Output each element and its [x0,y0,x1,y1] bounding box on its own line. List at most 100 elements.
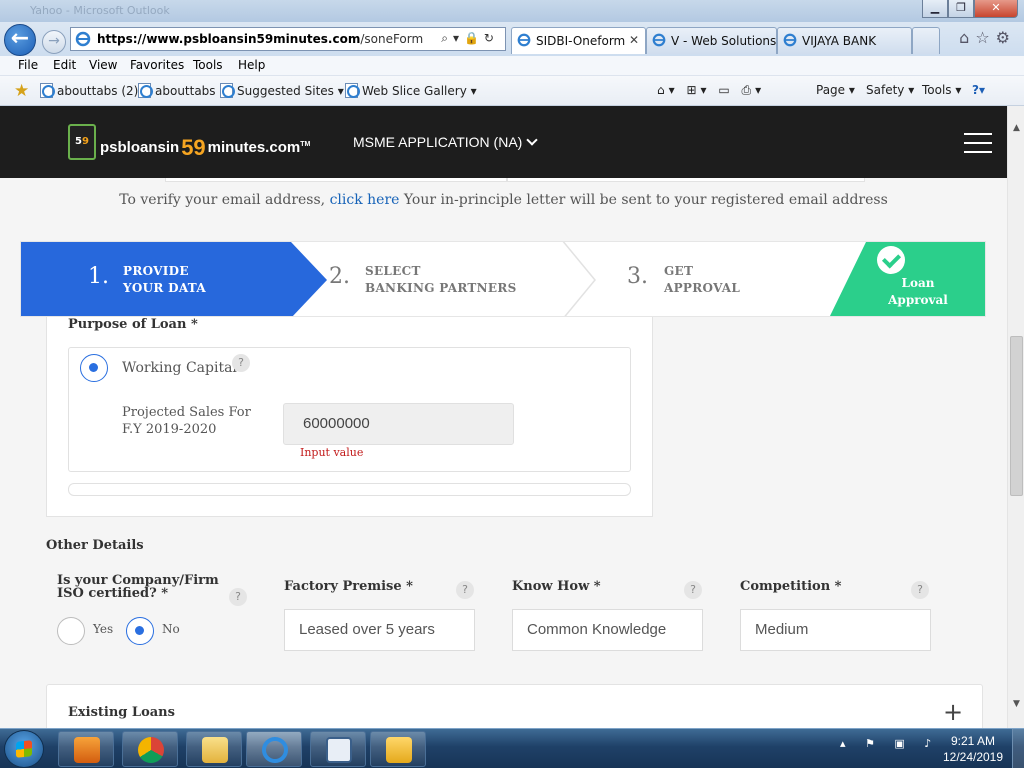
help-question-icon[interactable]: ? [229,588,247,606]
iso-no-radio[interactable] [126,617,154,645]
page-content: To verify your email address, click here… [0,178,1007,728]
ie-tab-icon [517,33,531,47]
progress-stepper: 1. PROVIDE YOUR DATA 2. SELECT BANKING PAR… [20,241,986,317]
know-how-label: Know How * [512,579,601,594]
fav-suggested-sites[interactable]: Suggested Sites ▾ [220,83,344,98]
navigation-row: ← → https://www.psbloansin59minutes.com/… [0,22,1024,56]
existing-loans-panel [46,684,983,728]
hamburger-menu-icon[interactable] [964,133,992,153]
projected-sales-label: Projected Sales For F.Y 2019-2020 [122,405,251,437]
forward-button[interactable]: → [42,30,66,54]
page-icon [138,83,153,98]
site-logo[interactable]: psbloansin59 minutes.comTM [100,132,310,160]
scrollbar-thumb[interactable] [1010,336,1023,496]
taskbar-explorer[interactable] [186,731,242,767]
expand-plus-icon[interactable]: + [943,700,963,724]
vertical-scrollbar[interactable]: ▲ ▼ [1007,106,1024,728]
minimize-button[interactable]: ▁ [922,0,948,18]
folder-icon [202,737,228,763]
tab-v-web-solutions[interactable]: V - Web Solutions [646,27,777,54]
outlook-icon [386,737,412,763]
menu-view[interactable]: View [89,58,117,72]
taskbar-internet-explorer[interactable] [246,731,302,767]
email-verify-notice: To verify your email address, click here… [119,192,888,208]
site-header: 59 psbloansin59 minutes.comTM MSME APPLIC… [0,106,1007,178]
input-validation-hint: Input value [300,446,364,459]
tab-vijaya-bank[interactable]: VIJAYA BANK [777,27,912,54]
cmd-safety[interactable]: Safety ▾ [866,83,914,97]
menu-help[interactable]: Help [238,58,265,72]
address-bar[interactable]: https://www.psbloansin59minutes.com/sone… [70,27,506,51]
menu-bar: File Edit View Favorites Tools Help [0,56,1024,76]
competition-select[interactable]: Medium [740,609,931,651]
working-capital-label: Working Capital [122,360,237,376]
other-details-title: Other Details [46,538,144,553]
show-desktop-button[interactable] [1012,729,1024,768]
collapsed-section-bar [68,483,631,496]
address-tools-icon[interactable]: ⌕▾🔒↻ [441,31,499,46]
scroll-down-arrow-icon[interactable]: ▼ [1008,696,1024,713]
msme-application-dropdown[interactable]: MSME APPLICATION (NA) [353,134,538,150]
help-question-icon[interactable]: ? [456,581,474,599]
cmd-page[interactable]: Page ▾ [816,83,855,97]
know-how-select[interactable]: Common Knowledge [512,609,703,651]
media-player-icon [74,737,100,763]
close-window-button[interactable]: ✕ [974,0,1018,18]
factory-premise-select[interactable]: Leased over 5 years [284,609,475,651]
help-icon[interactable]: ?▾ [972,83,985,97]
projected-sales-input[interactable]: 60000000 [283,403,514,445]
ie-page-icon [75,31,91,47]
step-get-approval: 3. GET APPROVAL [627,264,741,295]
back-button[interactable]: ← [4,24,36,56]
fav-abouttabs[interactable]: abouttabs [138,83,216,98]
start-button[interactable] [4,730,44,768]
window-icon [326,737,352,763]
window-controls: ▁ ❐ ✕ [922,0,1018,18]
page-icon [220,83,235,98]
window-title: Yahoo - Microsoft Outlook [30,4,170,17]
fav-abouttabs-2[interactable]: abouttabs (2) [40,83,138,98]
window-titlebar: Yahoo - Microsoft Outlook ▁ ❐ ✕ [0,0,1024,22]
iso-certified-label: Is your Company/Firm ISO certified? * [57,573,219,601]
ie-tab-icon [652,33,666,47]
ie-icon [262,737,288,763]
menu-tools[interactable]: Tools [193,58,223,72]
menu-favorites[interactable]: Favorites [130,58,184,72]
menu-file[interactable]: File [18,58,38,72]
factory-premise-label: Factory Premise * [284,579,413,594]
iso-yes-radio[interactable] [57,617,85,645]
favorites-bar: ★ abouttabs (2) abouttabs Suggested Site… [0,76,1024,106]
help-question-icon[interactable]: ? [232,354,250,372]
field-fragment [165,178,507,182]
menu-edit[interactable]: Edit [53,58,76,72]
windows-taskbar: ▴ ⚑ ▣ ♪ 9:21 AM 12/24/2019 [0,728,1024,768]
taskbar-clock[interactable]: 9:21 AM 12/24/2019 [938,733,1008,765]
ie-tab-icon [783,33,797,47]
home-favorites-settings-icons[interactable]: ⌂☆⚙ [959,28,1016,47]
tab-sidbi-oneform[interactable]: SIDBI-Oneform ✕ [511,27,646,54]
taskbar-window[interactable] [310,731,366,767]
page-icon [40,83,55,98]
restore-button[interactable]: ❐ [948,0,974,18]
taskbar-chrome[interactable] [122,731,178,767]
chevron-down-icon [526,134,538,146]
scroll-up-arrow-icon[interactable]: ▲ [1008,120,1024,137]
loan-approval-label: Loan Approval [888,276,948,307]
logo-badge-icon[interactable]: 59 [68,124,96,160]
command-icons[interactable]: ⌂▾ ⊞▾ ▭ ⎙▾ [657,83,765,98]
new-tab-button[interactable] [912,27,940,54]
purpose-title: Purpose of Loan * [68,317,198,332]
close-tab-icon[interactable]: ✕ [629,33,639,47]
working-capital-radio[interactable] [80,354,108,382]
fav-web-slice-gallery[interactable]: Web Slice Gallery ▾ [345,83,477,98]
taskbar-media-player[interactable] [58,731,114,767]
verify-email-link[interactable]: click here [330,192,400,208]
taskbar-outlook[interactable] [370,731,426,767]
cmd-tools[interactable]: Tools ▾ [922,83,961,97]
help-question-icon[interactable]: ? [684,581,702,599]
favorites-star-icon[interactable]: ★ [14,81,29,101]
iso-yes-label: Yes [93,622,114,636]
chrome-icon [138,737,164,763]
system-tray-icons[interactable]: ▴ ⚑ ▣ ♪ [840,737,939,750]
help-question-icon[interactable]: ? [911,581,929,599]
